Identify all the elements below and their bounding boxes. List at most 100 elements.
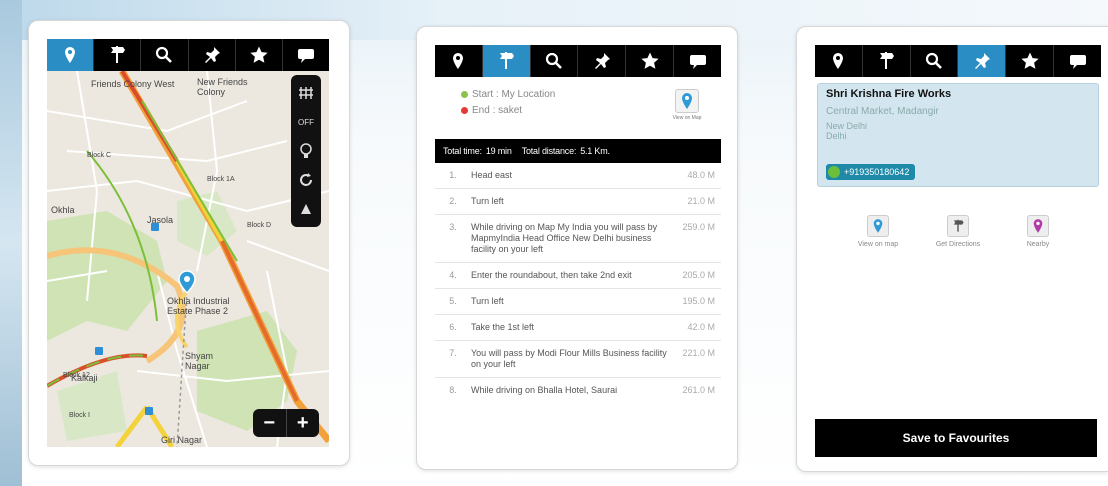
map-label: Friends Colony West bbox=[91, 79, 175, 89]
search-icon bbox=[156, 46, 173, 63]
compass-arrow-icon bbox=[301, 203, 311, 214]
map-view[interactable]: Friends Colony West New Friends Colony O… bbox=[47, 71, 329, 447]
direction-step[interactable]: 8. While driving on Bhalla Hotel, Saurai… bbox=[435, 378, 721, 403]
get-directions-action[interactable]: Get Directions bbox=[934, 215, 982, 248]
step-number: 4. bbox=[449, 270, 457, 280]
location-pin-icon bbox=[453, 53, 464, 69]
directions-icon bbox=[953, 219, 964, 232]
directions-icon bbox=[500, 52, 515, 69]
direction-step[interactable]: 4. Enter the roundabout, then take 2nd e… bbox=[435, 263, 721, 289]
step-text: Turn left bbox=[471, 196, 504, 206]
tab-directions[interactable] bbox=[94, 39, 142, 71]
nearby-pin-icon bbox=[1033, 219, 1043, 233]
traffic-toggle[interactable]: OFF bbox=[293, 111, 319, 133]
view-on-map-icon-box bbox=[675, 89, 699, 113]
map-label: Okhla bbox=[51, 205, 75, 215]
tab-pushpin[interactable] bbox=[958, 45, 1007, 77]
view-on-map-action[interactable]: View on map bbox=[854, 215, 902, 248]
location-pin-icon bbox=[682, 93, 692, 109]
get-directions-label: Get Directions bbox=[935, 241, 981, 248]
direction-step[interactable]: 7. You will pass by Modi Flour Mills Bus… bbox=[435, 341, 721, 378]
direction-step[interactable]: 5. Turn left 195.0 M bbox=[435, 289, 721, 315]
zoom-in-button[interactable]: + bbox=[287, 409, 320, 437]
direction-step[interactable]: 2. Turn left 21.0 M bbox=[435, 189, 721, 215]
directions-icon bbox=[111, 46, 126, 63]
save-to-favourites-button[interactable]: Save to Favourites bbox=[815, 419, 1097, 457]
tab-location[interactable] bbox=[435, 45, 483, 77]
pushpin-icon bbox=[204, 47, 220, 63]
tab-search[interactable] bbox=[141, 39, 189, 71]
direction-step[interactable]: 1. Head east 48.0 M bbox=[435, 163, 721, 189]
total-distance-value: 5.1 Km. bbox=[580, 146, 610, 156]
tab-location[interactable] bbox=[47, 39, 95, 71]
step-number: 8. bbox=[449, 385, 457, 395]
call-phone-button[interactable]: +919350180642 bbox=[826, 164, 916, 180]
nearby-label: Nearby bbox=[1026, 241, 1050, 248]
step-distance: 259.0 M bbox=[682, 222, 715, 232]
step-text: You will pass by Modi Flour Mills Busine… bbox=[471, 348, 667, 369]
step-number: 7. bbox=[449, 348, 457, 358]
toolbar bbox=[47, 39, 329, 71]
map-label: Block I bbox=[69, 412, 91, 419]
zoom-out-button[interactable]: − bbox=[253, 409, 287, 437]
step-number: 5. bbox=[449, 296, 457, 306]
direction-step[interactable]: 6. Take the 1st left 42.0 M bbox=[435, 315, 721, 341]
step-text: While driving on Bhalla Hotel, Saurai bbox=[471, 385, 618, 395]
step-distance: 42.0 M bbox=[687, 322, 715, 332]
background-left-edge bbox=[0, 0, 22, 486]
toolbar bbox=[815, 45, 1101, 77]
total-time-label: Total time: bbox=[443, 146, 482, 156]
pushpin-icon bbox=[974, 53, 990, 69]
map-label: Block C bbox=[87, 152, 112, 159]
view-on-map-label: View on map bbox=[857, 241, 899, 248]
tab-pushpin[interactable] bbox=[189, 39, 236, 71]
tab-favourites[interactable] bbox=[626, 45, 675, 77]
star-icon bbox=[641, 52, 659, 69]
place-address-line1: Central Market, Madangir bbox=[826, 106, 939, 117]
step-distance: 261.0 M bbox=[682, 385, 715, 395]
get-directions-icon-box bbox=[947, 215, 969, 237]
route-summary: Total time: 19 min Total distance: 5.1 K… bbox=[435, 139, 721, 163]
tab-messages[interactable] bbox=[674, 45, 721, 77]
refresh-button[interactable] bbox=[293, 169, 319, 191]
grid-layers-icon bbox=[299, 87, 313, 100]
refresh-icon bbox=[300, 172, 312, 186]
tab-search[interactable] bbox=[911, 45, 959, 77]
tab-directions[interactable] bbox=[863, 45, 911, 77]
compass-button[interactable] bbox=[293, 198, 319, 220]
map-label: Shyam Nagar bbox=[185, 351, 214, 371]
layers-button[interactable] bbox=[293, 82, 319, 104]
directions-screen: Start : My Location End : saket View on … bbox=[435, 45, 721, 455]
search-icon bbox=[545, 52, 562, 69]
end-label: End : saket bbox=[472, 105, 523, 116]
step-number: 1. bbox=[449, 170, 457, 180]
direction-step[interactable]: 3. While driving on Map My India you wil… bbox=[435, 215, 721, 263]
toolbar bbox=[435, 45, 721, 77]
place-address-line2: New Delhi bbox=[826, 121, 868, 131]
tips-button[interactable] bbox=[293, 140, 319, 162]
phone-icon bbox=[828, 166, 840, 178]
tab-directions[interactable] bbox=[482, 45, 531, 77]
phone-number: +919350180642 bbox=[844, 167, 910, 177]
message-icon bbox=[297, 49, 314, 63]
lightbulb-icon bbox=[300, 143, 312, 158]
start-label: Start : My Location bbox=[472, 89, 556, 100]
tab-messages[interactable] bbox=[283, 39, 329, 71]
place-name: Shri Krishna Fire Works bbox=[826, 88, 952, 100]
tab-location[interactable] bbox=[815, 45, 863, 77]
tab-favourites[interactable] bbox=[236, 39, 283, 71]
total-time-value: 19 min bbox=[485, 146, 512, 156]
end-row: End : saket bbox=[461, 105, 522, 116]
start-row: Start : My Location bbox=[461, 89, 555, 100]
nearby-action[interactable]: Nearby bbox=[1014, 215, 1062, 248]
step-text: Head east bbox=[471, 170, 513, 180]
tab-messages[interactable] bbox=[1054, 45, 1101, 77]
map-label: Jasola bbox=[147, 215, 174, 225]
tab-pushpin[interactable] bbox=[578, 45, 627, 77]
search-icon bbox=[925, 52, 942, 69]
star-icon bbox=[1021, 52, 1039, 69]
map-label: Giri Nagar bbox=[161, 435, 203, 445]
tab-search[interactable] bbox=[531, 45, 579, 77]
view-on-map-button[interactable]: View on Map bbox=[667, 89, 707, 121]
tab-favourites[interactable] bbox=[1006, 45, 1055, 77]
